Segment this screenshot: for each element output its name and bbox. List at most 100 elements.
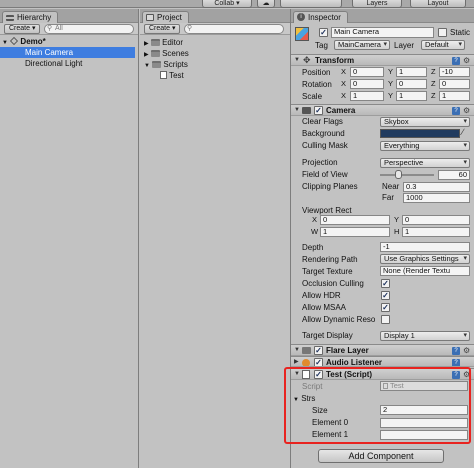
clear-flags-dropdown[interactable]: Skybox: [380, 117, 470, 127]
projection-dropdown[interactable]: Perspective: [380, 158, 470, 168]
fov-slider-track[interactable]: [380, 174, 434, 176]
near-field[interactable]: 0.3: [403, 182, 470, 192]
help-book-icon[interactable]: ?: [452, 57, 460, 65]
y-axis-label: Y: [388, 67, 394, 76]
cloud-button[interactable]: ☁: [257, 0, 275, 8]
hierarchy-panel: Hierarchy Create ▾ ⚲ All ▼ Demo* Main Ca…: [0, 9, 139, 468]
flare-layer-header[interactable]: ▼ ✓ Flare Layer ? ⚙: [291, 344, 474, 356]
occlusion-culling-checkbox[interactable]: ✓: [381, 279, 390, 288]
tag-dropdown[interactable]: MainCamera: [334, 40, 390, 50]
expand-arrow-icon: ▼: [144, 63, 150, 69]
viewport-y-field[interactable]: 0: [402, 215, 470, 225]
gameobject-icon: [295, 27, 309, 41]
scale-y-field[interactable]: 1: [396, 91, 427, 101]
project-create-button[interactable]: Create ▾: [144, 24, 181, 34]
camera-header[interactable]: ▼ ✓ Camera ? ⚙: [291, 104, 474, 116]
far-field[interactable]: 1000: [403, 193, 470, 203]
layout-dropdown[interactable]: Layout: [410, 0, 466, 8]
viewport-x-field[interactable]: 0: [320, 215, 390, 225]
fov-field[interactable]: 60: [438, 170, 470, 180]
position-x-field[interactable]: 0: [350, 67, 384, 77]
expand-arrow-icon: ▼: [2, 40, 8, 46]
foldout-arrow-icon: ▶: [294, 359, 299, 365]
help-book-icon[interactable]: ?: [452, 107, 460, 115]
layer-dropdown[interactable]: Default: [421, 40, 465, 50]
info-icon: i: [297, 13, 305, 21]
viewport-h-field[interactable]: 1: [402, 227, 470, 237]
background-color-swatch[interactable]: [380, 129, 460, 138]
culling-mask-dropdown[interactable]: Everything: [380, 141, 470, 151]
collab-button[interactable]: Collab ▾: [202, 0, 252, 8]
hierarchy-tab-label: Hierarchy: [17, 13, 52, 22]
fov-slider-thumb[interactable]: [394, 170, 402, 179]
camera-enabled-checkbox[interactable]: ✓: [314, 106, 323, 115]
tab-project[interactable]: Project: [142, 11, 189, 23]
scale-x-field[interactable]: 1: [350, 91, 384, 101]
gameobject-name-field[interactable]: Main Camera: [331, 27, 434, 38]
rendering-path-dropdown[interactable]: Use Graphics Settings: [380, 254, 470, 264]
rotation-z-field[interactable]: 0: [439, 79, 470, 89]
target-display-dropdown[interactable]: Display 1: [380, 331, 470, 341]
scene-row[interactable]: ▼ Demo*: [2, 36, 137, 47]
foldout-arrow-icon: ▼: [294, 107, 300, 113]
hierarchy-subbar: Create ▾ ⚲ All: [0, 23, 138, 35]
target-display-label: Target Display: [302, 331, 353, 340]
project-search-input[interactable]: ⚲: [184, 24, 284, 34]
camera-icon: [302, 107, 311, 114]
transform-title: Transform: [315, 56, 355, 65]
tab-inspector[interactable]: i Inspector: [293, 11, 348, 23]
transform-icon: ✥: [303, 55, 311, 65]
flare-layer-enabled-checkbox[interactable]: ✓: [314, 346, 323, 355]
static-label: Static: [450, 28, 471, 37]
project-folder-scenes[interactable]: ▶ Scenes: [144, 48, 189, 59]
hierarchy-create-button[interactable]: Create ▾: [4, 24, 41, 34]
hierarchy-item-main-camera[interactable]: Main Camera: [0, 47, 135, 58]
account-button[interactable]: [280, 0, 342, 8]
allow-dynamic-resolution-checkbox[interactable]: [381, 315, 390, 324]
static-checkbox[interactable]: [438, 28, 447, 37]
project-folder-scripts[interactable]: ▼ Scripts: [144, 59, 188, 70]
rotation-y-field[interactable]: 0: [396, 79, 427, 89]
y-axis-label: Y: [388, 91, 394, 100]
audio-listener-icon: [302, 359, 310, 366]
project-panel: Project Create ▾ ⚲ ▶ Editor ▶ Scenes ▼ S…: [140, 9, 291, 468]
allow-msaa-label: Allow MSAA: [302, 303, 347, 312]
hierarchy-icon: [6, 15, 14, 21]
gear-icon[interactable]: ⚙: [463, 106, 470, 115]
gear-icon[interactable]: ⚙: [463, 56, 470, 65]
target-texture-field[interactable]: None (Render Textu: [380, 266, 470, 276]
allow-msaa-checkbox[interactable]: ✓: [381, 303, 390, 312]
allow-hdr-checkbox[interactable]: ✓: [381, 291, 390, 300]
rotation-label: Rotation: [302, 80, 332, 89]
layers-dropdown[interactable]: Layers: [352, 0, 402, 8]
audio-listener-header[interactable]: ▶ ✓ Audio Listener ?: [291, 356, 474, 367]
project-file-test[interactable]: Test: [160, 70, 184, 81]
layer-label: Layer: [394, 41, 415, 50]
add-component-button[interactable]: Add Component: [318, 449, 444, 463]
z-axis-label: Z: [431, 79, 436, 88]
position-z-field[interactable]: -10: [439, 67, 470, 77]
eyedropper-icon[interactable]: ∕: [462, 127, 464, 137]
project-folder-editor[interactable]: ▶ Editor: [144, 37, 183, 48]
tab-hierarchy[interactable]: Hierarchy: [2, 11, 59, 23]
gear-icon[interactable]: ⚙: [463, 346, 470, 355]
main-toolbar: Collab ▾ ☁ Layers Layout: [0, 0, 474, 8]
z-axis-label: Z: [431, 91, 436, 100]
scale-z-field[interactable]: 1: [439, 91, 470, 101]
foldout-arrow-icon: ▼: [294, 347, 300, 353]
audio-listener-enabled-checkbox[interactable]: ✓: [314, 358, 323, 366]
position-y-field[interactable]: 1: [396, 67, 427, 77]
folder-icon: [146, 14, 154, 21]
help-book-icon[interactable]: ?: [452, 359, 460, 366]
help-book-icon[interactable]: ?: [452, 347, 460, 355]
hierarchy-search-input[interactable]: ⚲ All: [44, 24, 134, 34]
far-label: Far: [382, 193, 394, 202]
rotation-x-field[interactable]: 0: [350, 79, 384, 89]
collapsed-arrow-icon: ▶: [144, 41, 149, 47]
gameobject-active-checkbox[interactable]: ✓: [319, 28, 328, 37]
hierarchy-item-directional-light[interactable]: Directional Light: [25, 58, 82, 69]
depth-field[interactable]: -1: [380, 242, 470, 252]
field-of-view-label: Field of View: [302, 170, 348, 179]
viewport-w-field[interactable]: 1: [320, 227, 390, 237]
transform-header[interactable]: ▼ ✥ Transform ? ⚙: [291, 54, 474, 66]
